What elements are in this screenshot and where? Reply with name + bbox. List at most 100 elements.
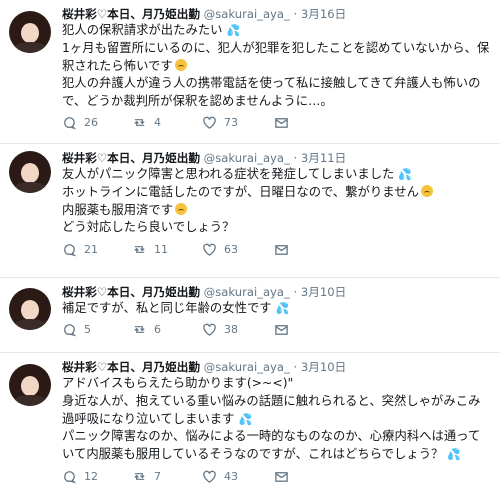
tweet-header: 桜井彩♡本日、月乃姫出勤 @sakurai_aya_ · 3月10日 [62, 359, 492, 375]
tweet-text: アドバイスもらえたら助かります(>~<)" 身近な人が、抱えている重い悩みの話題… [62, 375, 492, 464]
separator-dot: · [293, 360, 298, 374]
like-button[interactable]: 73 [202, 114, 238, 132]
tweet-line: 犯人の保釈請求が出たみたい [62, 23, 223, 37]
like-count: 43 [224, 470, 238, 484]
reply-icon [62, 469, 77, 484]
direct-message-button[interactable] [274, 240, 289, 258]
tweet-header: 桜井彩♡本日、月乃姫出勤 @sakurai_aya_ · 3月11日 [62, 150, 492, 166]
reply-button[interactable]: 21 [62, 240, 98, 258]
retweet-button[interactable]: 4 [132, 114, 161, 132]
message-icon [274, 469, 289, 484]
separator-dot: · [293, 7, 298, 21]
tweet-date[interactable]: 3月10日 [301, 285, 346, 299]
message-icon [274, 322, 289, 337]
tweet-actions: 12 7 43 [62, 468, 492, 492]
tweet-line: 友人がパニック障害と思われる症状を発症してしまいました [62, 167, 395, 181]
crying-emoji-icon [420, 184, 433, 197]
avatar[interactable] [9, 364, 51, 406]
tweet-line: ホットラインに電話したのですが、日曜日なので、繋がりません [62, 184, 419, 199]
tweet-line: 犯人の弁護人が違う人の携帯電話を使って私に接触してきて弁護人も怖いので、どうか裁… [62, 76, 481, 109]
retweet-count: 11 [154, 242, 168, 256]
retweet-count: 4 [154, 116, 161, 130]
retweet-button[interactable]: 6 [132, 321, 161, 339]
tweet-line: アドバイスもらえたら助かります(>~<)" [62, 376, 294, 390]
crying-emoji-icon [175, 202, 188, 215]
tweet-date[interactable]: 3月11日 [301, 151, 346, 165]
separator-dot: · [293, 285, 298, 299]
tweet-date[interactable]: 3月10日 [301, 360, 346, 374]
like-count: 63 [224, 242, 238, 256]
reply-count: 12 [84, 470, 98, 484]
tweet-line: 補足ですが、私と同じ年齢の女性です [62, 301, 272, 315]
tweet-header: 桜井彩♡本日、月乃姫出勤 @sakurai_aya_ · 3月10日 [62, 284, 492, 300]
avatar[interactable] [9, 288, 51, 330]
tweet-card[interactable]: 桜井彩♡本日、月乃姫出勤 @sakurai_aya_ · 3月10日 アドバイス… [0, 353, 500, 496]
retweet-icon [132, 242, 147, 257]
reply-icon [62, 115, 77, 130]
tweet-card[interactable]: 桜井彩♡本日、月乃姫出勤 @sakurai_aya_ · 3月16日 犯人の保釈… [0, 0, 500, 144]
display-name[interactable]: 桜井彩♡本日、月乃姫出勤 [62, 285, 200, 299]
tweet-text: 補足ですが、私と同じ年齢の女性です 💦 [62, 300, 492, 318]
user-handle[interactable]: @sakurai_aya_ [204, 7, 290, 21]
sweat-emoji-icon: 💦 [447, 448, 462, 462]
crying-emoji-icon [174, 58, 187, 71]
tweet-actions: 5 6 38 [62, 321, 492, 345]
avatar[interactable] [9, 151, 51, 193]
like-button[interactable]: 38 [202, 321, 238, 339]
retweet-button[interactable]: 11 [132, 240, 168, 258]
tweet-date[interactable]: 3月16日 [301, 7, 346, 21]
like-button[interactable]: 43 [202, 468, 238, 486]
like-icon [202, 469, 217, 484]
retweet-button[interactable]: 7 [132, 468, 161, 486]
reply-icon [62, 242, 77, 257]
retweet-count: 6 [154, 323, 161, 337]
like-icon [202, 242, 217, 257]
tweet-card[interactable]: 桜井彩♡本日、月乃姫出勤 @sakurai_aya_ · 3月10日 補足ですが… [0, 278, 500, 353]
like-icon [202, 322, 217, 337]
tweet-line: パニック障害なのか、悩みによる一時的なものなのか、心療内科へは通っていて内服薬も… [62, 429, 481, 462]
user-handle[interactable]: @sakurai_aya_ [204, 151, 290, 165]
tweet-text: 犯人の保釈請求が出たみたい 💦 1ヶ月も留置所にいるのに、犯人が犯罪を犯したこと… [62, 22, 492, 111]
separator-dot: · [293, 151, 298, 165]
avatar[interactable] [9, 11, 51, 53]
direct-message-button[interactable] [274, 321, 289, 339]
tweet-actions: 26 4 73 [62, 114, 492, 138]
tweet-line: どう対応したら良いでしょう？ [62, 220, 235, 235]
user-handle[interactable]: @sakurai_aya_ [204, 360, 290, 374]
tweet-header: 桜井彩♡本日、月乃姫出勤 @sakurai_aya_ · 3月16日 [62, 6, 492, 22]
like-count: 38 [224, 323, 238, 337]
tweet-feed: 桜井彩♡本日、月乃姫出勤 @sakurai_aya_ · 3月16日 犯人の保釈… [0, 0, 500, 496]
reply-button[interactable]: 26 [62, 114, 98, 132]
display-name[interactable]: 桜井彩♡本日、月乃姫出勤 [62, 7, 200, 21]
display-name[interactable]: 桜井彩♡本日、月乃姫出勤 [62, 151, 200, 165]
tweet-line: 1ヶ月も留置所にいるのに、犯人が犯罪を犯したことを認めていないから、保釈されたら… [62, 40, 490, 73]
retweet-icon [132, 115, 147, 130]
retweet-icon [132, 469, 147, 484]
reply-icon [62, 322, 77, 337]
tweet-card[interactable]: 桜井彩♡本日、月乃姫出勤 @sakurai_aya_ · 3月11日 友人がパニ… [0, 144, 500, 278]
like-button[interactable]: 63 [202, 240, 238, 258]
tweet-line: 内服薬も服用済です [62, 202, 174, 217]
display-name[interactable]: 桜井彩♡本日、月乃姫出勤 [62, 360, 200, 374]
message-icon [274, 115, 289, 130]
tweet-text: 友人がパニック障害と思われる症状を発症してしまいました 💦 ホットラインに電話し… [62, 166, 492, 237]
tweet-actions: 21 11 63 [62, 240, 492, 264]
reply-count: 5 [84, 323, 91, 337]
tweet-line: 身近な人が、抱えている重い悩みの話題に触れられると、突然しゃがみこみ過呼吸になり… [62, 393, 481, 426]
direct-message-button[interactable] [274, 114, 289, 132]
like-icon [202, 115, 217, 130]
like-count: 73 [224, 116, 238, 130]
retweet-icon [132, 322, 147, 337]
reply-button[interactable]: 12 [62, 468, 98, 486]
sweat-emoji-icon: 💦 [226, 24, 241, 37]
direct-message-button[interactable] [274, 468, 289, 486]
reply-count: 21 [84, 242, 98, 256]
user-handle[interactable]: @sakurai_aya_ [204, 285, 290, 299]
sweat-emoji-icon: 💦 [398, 168, 413, 181]
reply-count: 26 [84, 116, 98, 130]
sweat-emoji-icon: 💦 [275, 302, 290, 315]
sweat-emoji-icon: 💦 [238, 412, 253, 426]
message-icon [274, 242, 289, 257]
retweet-count: 7 [154, 470, 161, 484]
reply-button[interactable]: 5 [62, 321, 91, 339]
